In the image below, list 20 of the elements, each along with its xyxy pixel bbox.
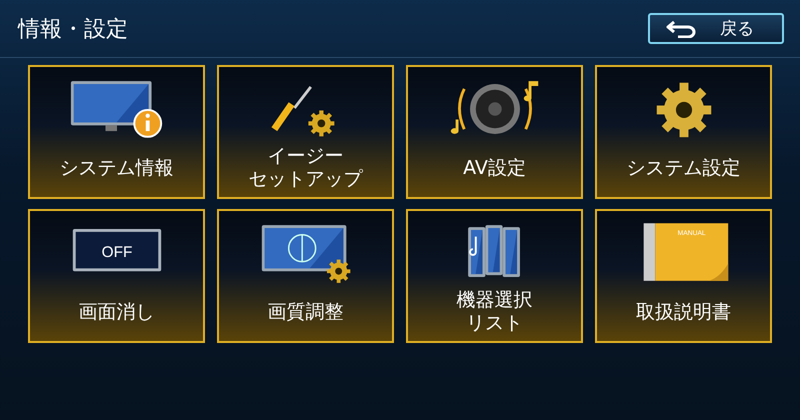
tile-label: 機器選択 リスト <box>456 289 532 335</box>
return-arrow-icon <box>666 20 696 38</box>
menu-tile[interactable]: システム設定 <box>595 65 772 199</box>
menu-tile[interactable]: 画質調整 <box>217 209 394 343</box>
back-button[interactable]: 戻る <box>648 13 784 44</box>
tile-label: 取扱説明書 <box>636 300 731 324</box>
tile-label: 画質調整 <box>268 300 344 324</box>
tile-label: システム設定 <box>626 156 740 180</box>
tile-label: 画面消し <box>78 300 154 324</box>
icon-text: OFF <box>101 244 132 261</box>
tile-label: イージー セットアップ <box>248 145 362 191</box>
menu-tile[interactable]: システム情報 <box>28 65 205 199</box>
menu-tile[interactable]: AV設定 <box>406 65 583 199</box>
tile-label: システム情報 <box>60 156 174 180</box>
menu-tile[interactable]: 機器選択 リスト <box>406 209 583 343</box>
manual-book-icon <box>643 223 728 281</box>
menu-tile[interactable]: イージー セットアップ <box>217 65 394 199</box>
tile-label: AV設定 <box>463 156 526 180</box>
screen-title: 情報・設定 <box>18 16 128 44</box>
menu-tile[interactable]: OFF 画面消し <box>28 209 205 343</box>
